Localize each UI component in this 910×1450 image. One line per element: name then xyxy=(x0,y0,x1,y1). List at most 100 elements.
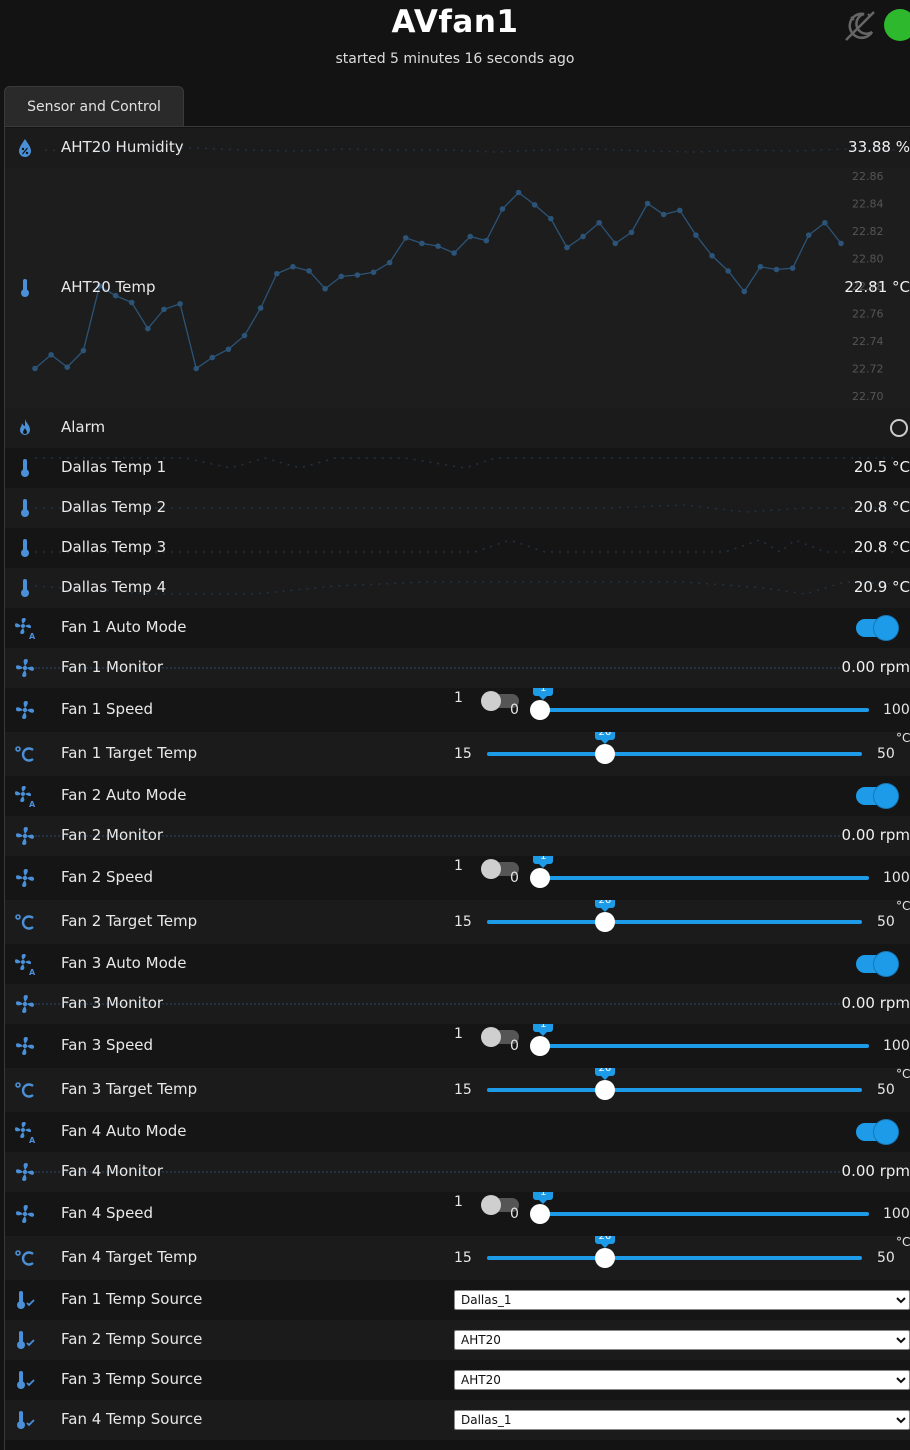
svg-text:A: A xyxy=(29,968,36,976)
fan-4-target-slider-track[interactable] xyxy=(487,1256,862,1260)
fan-1-speed-slider-track[interactable] xyxy=(537,708,869,712)
temp-data-point xyxy=(693,232,699,238)
fan-2-speed-slider-track[interactable] xyxy=(537,876,869,880)
temp-data-point xyxy=(822,219,828,226)
fan-1-auto-label: Fan 1 Auto Mode xyxy=(61,618,187,636)
fan-4-auto-toggle[interactable] xyxy=(856,1120,898,1144)
temp-source-label: Fan 3 Temp Source xyxy=(61,1370,203,1388)
fan-1-auto-row: A Fan 1 Auto Mode xyxy=(5,608,910,648)
sensor-row-dallas-2: Dallas Temp 2 20.8 °C xyxy=(5,488,910,528)
fan-4-auto-label: Fan 4 Auto Mode xyxy=(61,1122,187,1140)
fan-4-target-max: 50 xyxy=(877,1250,895,1266)
svg-text:A: A xyxy=(29,632,36,640)
fan-2-temp-source-select[interactable]: AHT20 xyxy=(454,1330,910,1350)
fan-3-speed-min: 0 xyxy=(510,1038,519,1054)
fan-2-speed-slider-knob[interactable] xyxy=(530,868,551,888)
fan-3-speed-slider-track[interactable] xyxy=(537,1044,869,1048)
thermometer-icon xyxy=(21,279,29,297)
theme-toggle-icon[interactable] xyxy=(842,8,878,44)
fan-2-target-slider-knob[interactable] xyxy=(594,912,615,932)
fan-1-target-slider-track[interactable] xyxy=(487,752,862,756)
temp-data-point xyxy=(338,273,345,280)
temp-data-point xyxy=(419,240,425,247)
temp-data-point xyxy=(483,237,490,244)
fan-1-target-slider-knob[interactable] xyxy=(594,744,615,764)
fan-1-monitor-label: Fan 1 Monitor xyxy=(61,658,164,676)
fan-2-speed-tooltip: 1 xyxy=(533,856,554,868)
fan-2-monitor-value: 0.00 rpm xyxy=(841,826,910,844)
fan-auto-icon: A xyxy=(13,784,37,809)
fan-3-target-slider-track[interactable] xyxy=(487,1088,862,1092)
y-tick-label: 22.84 xyxy=(852,198,884,211)
fan-1-target-max: 50 xyxy=(877,746,895,762)
fan-4-temp-source-select[interactable]: Dallas_1 xyxy=(454,1410,910,1430)
sensor-row-aht20-temp: 22.70 22.72 22.74 22.76 22.78 22.80 22.82 22.84… xyxy=(5,168,910,408)
temp-data-point xyxy=(402,235,409,241)
fan-1-target-row: Fan 1 Target Temp 15 26 50 °C xyxy=(5,732,910,776)
temp-data-point xyxy=(161,306,167,313)
fan-1-temp-source-select[interactable]: Dallas_1 xyxy=(454,1290,910,1310)
sensor-row-alarm: Alarm xyxy=(5,408,910,448)
fan-3-temp-source-select[interactable]: AHT20 xyxy=(454,1370,910,1390)
fan-3-auto-toggle[interactable] xyxy=(856,952,898,976)
fan-2-monitor-label: Fan 2 Monitor xyxy=(61,826,164,844)
svg-text:A: A xyxy=(29,1136,36,1144)
fan-icon xyxy=(13,866,37,890)
fan-3-speed-row: Fan 3 Speed 1 0 1 100 xyxy=(5,1024,910,1068)
fan-auto-icon: A xyxy=(13,1120,37,1145)
temp-data-point xyxy=(531,202,538,208)
fan-2-speed-max: 100 xyxy=(883,870,910,886)
temp-data-point xyxy=(709,252,715,259)
fan-3-speed-slider-knob[interactable] xyxy=(530,1036,551,1056)
fan-3-target-unit: °C xyxy=(896,1068,910,1081)
page-title: AVfan1 xyxy=(391,4,519,40)
temp-data-point xyxy=(241,332,248,339)
temp-data-point xyxy=(805,232,812,238)
fan-2-target-min: 15 xyxy=(454,914,472,930)
temp-data-point xyxy=(644,200,651,207)
fan-4-speed-label: Fan 4 Speed xyxy=(61,1204,154,1222)
fan-2-target-slider-track[interactable] xyxy=(487,920,862,924)
fan-1-speed-row: Fan 1 Speed 1 0 1 100 xyxy=(5,688,910,732)
fan-2-auto-toggle[interactable] xyxy=(856,784,898,808)
fan-4-speed-slider-knob[interactable] xyxy=(530,1204,551,1224)
temp-source-row-3: Fan 3 Temp Source AHT20 xyxy=(5,1360,910,1400)
temp-data-point xyxy=(209,354,216,361)
temp-source-label: Fan 1 Temp Source xyxy=(61,1290,203,1308)
dallas-4-label: Dallas Temp 4 xyxy=(61,578,167,596)
fan-4-speed-tooltip: 1 xyxy=(533,1192,554,1204)
temp-data-point xyxy=(660,211,667,218)
y-tick-label: 22.70 xyxy=(852,390,884,403)
y-tick-label: 22.80 xyxy=(852,253,884,266)
fan-icon xyxy=(13,1202,37,1226)
y-tick-label: 22.74 xyxy=(852,335,884,348)
connection-status-indicator xyxy=(884,9,910,41)
temperature-celsius-icon xyxy=(13,910,37,934)
fan-3-target-slider-knob[interactable] xyxy=(594,1080,615,1100)
temp-data-point xyxy=(596,219,602,226)
temp-data-point xyxy=(741,288,748,295)
dallas-4-value: 20.9 °C xyxy=(853,578,910,596)
fan-4-monitor-value: 0.00 rpm xyxy=(841,1162,910,1180)
temp-data-point xyxy=(789,265,796,271)
aht20-temp-value: 22.81 °C xyxy=(844,278,910,296)
temp-data-point xyxy=(757,263,764,270)
aht20-temp-label: AHT20 Temp xyxy=(61,278,156,296)
fan-1-speed-tooltip: 1 xyxy=(533,688,554,700)
header: AVfan1 started 5 minutes 16 seconds ago xyxy=(0,0,910,84)
tab-sensor-and-control[interactable]: Sensor and Control xyxy=(4,86,184,126)
fan-2-target-row: Fan 2 Target Temp 15 26 50 °C xyxy=(5,900,910,944)
temp-data-point xyxy=(612,240,619,247)
fan-3-target-label: Fan 3 Target Temp xyxy=(61,1080,198,1098)
fan-1-speed-slider-knob[interactable] xyxy=(530,700,551,720)
temp-data-point xyxy=(628,229,635,236)
humidity-label: AHT20 Humidity xyxy=(61,138,184,156)
y-tick-label: 22.72 xyxy=(852,363,884,376)
dallas-1-value: 20.5 °C xyxy=(853,458,910,476)
sensor-row-dallas-3: Dallas Temp 3 20.8 °C xyxy=(5,528,910,568)
fan-2-monitor-row: Fan 2 Monitor 0.00 rpm xyxy=(5,816,910,856)
fan-1-auto-toggle[interactable] xyxy=(856,616,898,640)
fan-4-speed-slider-track[interactable] xyxy=(537,1212,869,1216)
fan-2-speed-label: Fan 2 Speed xyxy=(61,868,154,886)
fan-4-target-slider-knob[interactable] xyxy=(594,1248,615,1268)
